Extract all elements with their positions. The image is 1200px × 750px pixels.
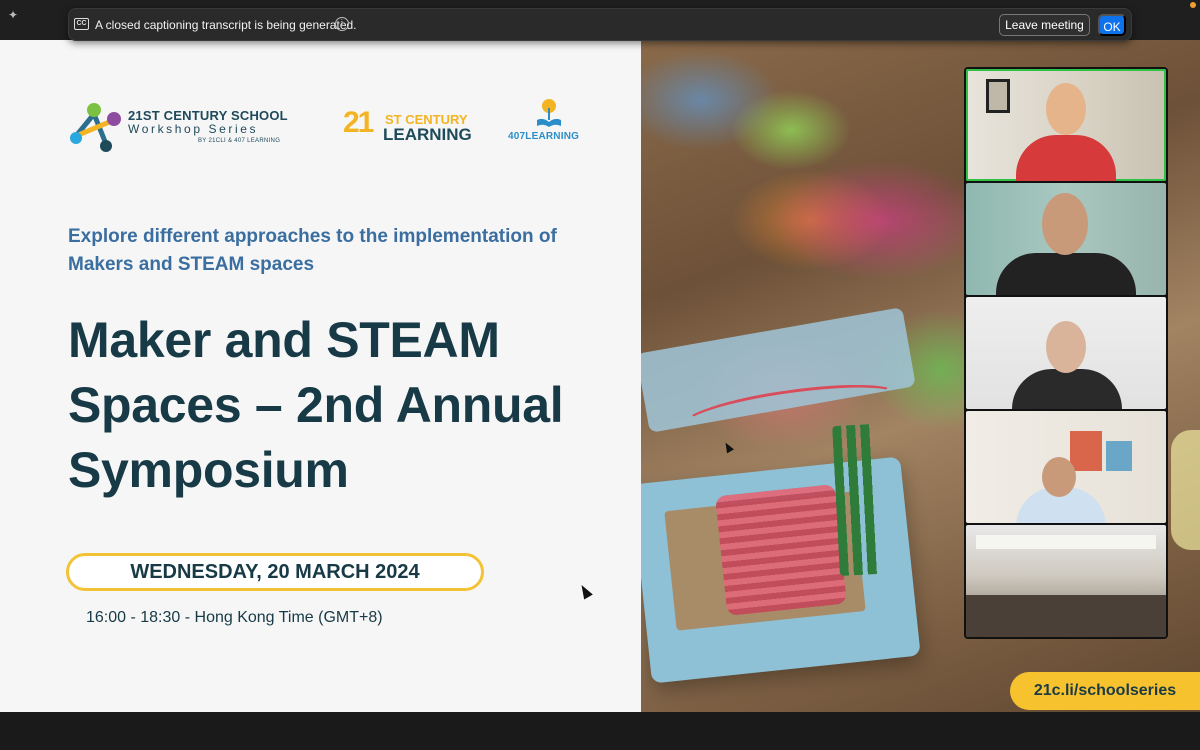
logo-byline: BY 21CLI & 407 LEARNING [198,138,281,144]
wall-poster [1106,441,1132,471]
participant-head [1042,457,1076,497]
participant-tile[interactable] [966,183,1166,295]
participant-head [1046,83,1086,135]
participant-tile[interactable] [966,411,1166,523]
slide-subheadline: Explore different approaches to the impl… [68,226,557,275]
book-tree-icon [537,99,561,127]
slide-text-panel: 21ST CENTURY SCHOOL Workshop Series BY 2… [0,40,641,712]
participant-head [1042,193,1088,255]
loom-pegs [832,424,880,576]
event-time: 16:00 - 18:30 - Hong Kong Time (GMT+8) [86,609,383,626]
participant-tile[interactable] [966,297,1166,409]
wall-poster [1070,431,1102,471]
info-icon[interactable]: i [335,17,349,31]
event-date-badge: WEDNESDAY, 20 MARCH 2024 [66,553,484,591]
participant-gallery[interactable] [964,67,1168,639]
leave-meeting-button[interactable]: Leave meeting [999,14,1090,36]
participant-tile-room[interactable] [966,525,1166,637]
room-floor [966,595,1166,637]
closed-caption-icon: CC [74,18,89,30]
participant-head [1046,321,1086,373]
molecule-logo-icon [70,103,121,152]
participant-tile-active-speaker[interactable] [966,69,1166,181]
logo-21st-century-school: 21ST CENTURY SCHOOL Workshop Series BY 2… [66,100,306,154]
ceiling-lights [976,535,1156,549]
weaving-shape [715,484,847,616]
status-dot [1190,2,1196,8]
logo-title: 21ST CENTURY SCHOOL [128,108,288,123]
logo-subtitle: Workshop Series [128,122,259,136]
caption-notice-text: A closed captioning transcript is being … [95,18,357,32]
caption-notification-bar: CC A closed captioning transcript is bei… [68,8,1132,41]
bottom-bar [0,712,1200,750]
logo-bottom-text: LEARNING [383,125,472,144]
participant-body [1016,135,1116,181]
slide-headline: Maker and STEAM Spaces – 2nd Annual Symp… [68,312,564,498]
ok-button[interactable]: OK [1098,14,1126,36]
participant-body [1012,369,1122,409]
bowl-shape [1171,430,1200,550]
logo-407-learning: 407LEARNING [506,98,596,146]
wall-picture [986,79,1010,113]
participant-body [996,253,1136,295]
series-url-badge: 21c.li/schoolseries [1010,672,1200,710]
logo-21st-century-learning: 21 ST CENTURY LEARNING [343,106,473,144]
logo-number: 21 [343,106,374,139]
sparkle-icon[interactable]: ✦ [8,8,18,22]
logo-407-text: 407LEARNING [508,131,580,142]
